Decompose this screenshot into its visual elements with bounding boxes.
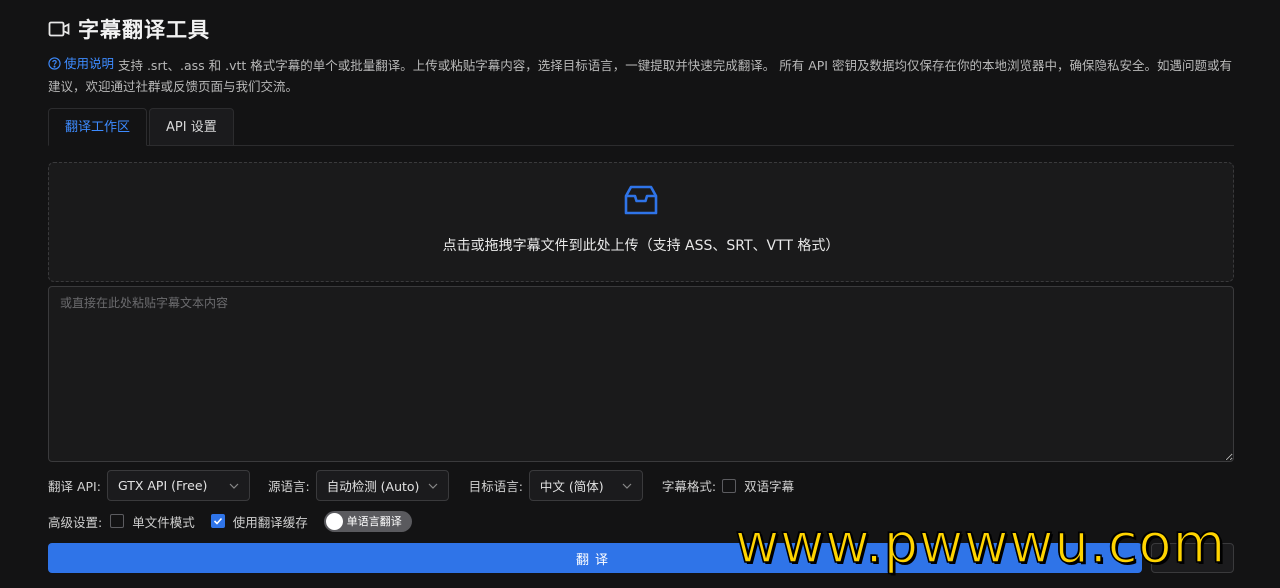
tab-api-settings[interactable]: API 设置 — [149, 108, 234, 146]
target-language-value: 中文 (简体) — [539, 479, 604, 494]
options-row: 翻译 API: GTX API (Free) 源语言: 自动检测 (Auto) … — [48, 470, 794, 501]
source-language-value: 自动检测 (Auto) — [326, 479, 420, 494]
chevron-down-icon — [428, 483, 438, 489]
single-language-switch[interactable]: 单语言翻译 — [323, 510, 412, 532]
single-file-checkbox-box[interactable] — [110, 514, 125, 528]
cache-checkbox[interactable]: 使用翻译缓存 — [210, 512, 308, 531]
bilingual-checkbox-label: 双语字幕 — [744, 479, 795, 494]
translate-button[interactable]: 翻译 — [48, 543, 1142, 573]
source-language-label: 源语言: — [267, 479, 310, 494]
bilingual-checkbox-box[interactable] — [722, 478, 737, 493]
upload-instructions: 点击或拖拽字幕文件到此处上传（支持 ASS、SRT、VTT 格式） — [442, 238, 840, 254]
chevron-down-icon — [229, 483, 239, 489]
api-label: 翻译 API: — [48, 479, 101, 494]
description-text: 支持 .srt、.ass 和 .vtt 格式字幕的单个或批量翻译。上传或粘贴字幕… — [48, 58, 1232, 94]
single-file-checkbox[interactable]: 单文件模式 — [110, 512, 195, 531]
question-circle-icon — [48, 57, 61, 70]
secondary-action-button[interactable] — [1151, 543, 1234, 573]
help-link[interactable]: 使用说明 — [48, 53, 114, 74]
upload-dropzone[interactable]: 点击或拖拽字幕文件到此处上传（支持 ASS、SRT、VTT 格式） — [48, 162, 1234, 282]
chevron-down-icon — [622, 483, 632, 489]
header: 字幕翻译工具 — [48, 14, 210, 44]
single-file-checkbox-label: 单文件模式 — [132, 514, 195, 530]
bilingual-checkbox[interactable]: 双语字幕 — [722, 476, 794, 495]
tab-bar: 翻译工作区 API 设置 — [48, 108, 1234, 146]
page-title: 字幕翻译工具 — [78, 18, 210, 42]
api-select-value: GTX API (Free) — [117, 478, 208, 493]
cache-checkbox-box[interactable] — [210, 514, 225, 528]
target-language-label: 目标语言: — [468, 479, 523, 494]
tab-workspace[interactable]: 翻译工作区 — [48, 108, 148, 146]
single-language-switch-label: 单语言翻译 — [346, 515, 402, 528]
subtitle-paste-input[interactable] — [48, 286, 1234, 462]
inbox-icon — [623, 183, 659, 219]
cache-checkbox-label: 使用翻译缓存 — [232, 514, 308, 530]
video-icon — [48, 18, 70, 40]
description: 使用说明 支持 .srt、.ass 和 .vtt 格式字幕的单个或批量翻译。上传… — [48, 53, 1234, 97]
page: 字幕翻译工具 使用说明 支持 .srt、.ass 和 .vtt 格式字幕的单个或… — [0, 0, 1280, 588]
switch-knob — [325, 512, 343, 530]
advanced-settings-row: 高级设置: 单文件模式 使用翻译缓存 单语言翻译 — [48, 509, 412, 533]
target-language-select[interactable]: 中文 (简体) — [528, 470, 643, 501]
check-icon — [213, 517, 222, 525]
source-language-select[interactable]: 自动检测 (Auto) — [315, 470, 449, 501]
help-link-label: 使用说明 — [64, 56, 115, 71]
subtitle-format-label: 字幕格式: — [661, 479, 717, 494]
advanced-settings-label: 高级设置: — [48, 514, 103, 530]
api-select[interactable]: GTX API (Free) — [106, 470, 250, 501]
